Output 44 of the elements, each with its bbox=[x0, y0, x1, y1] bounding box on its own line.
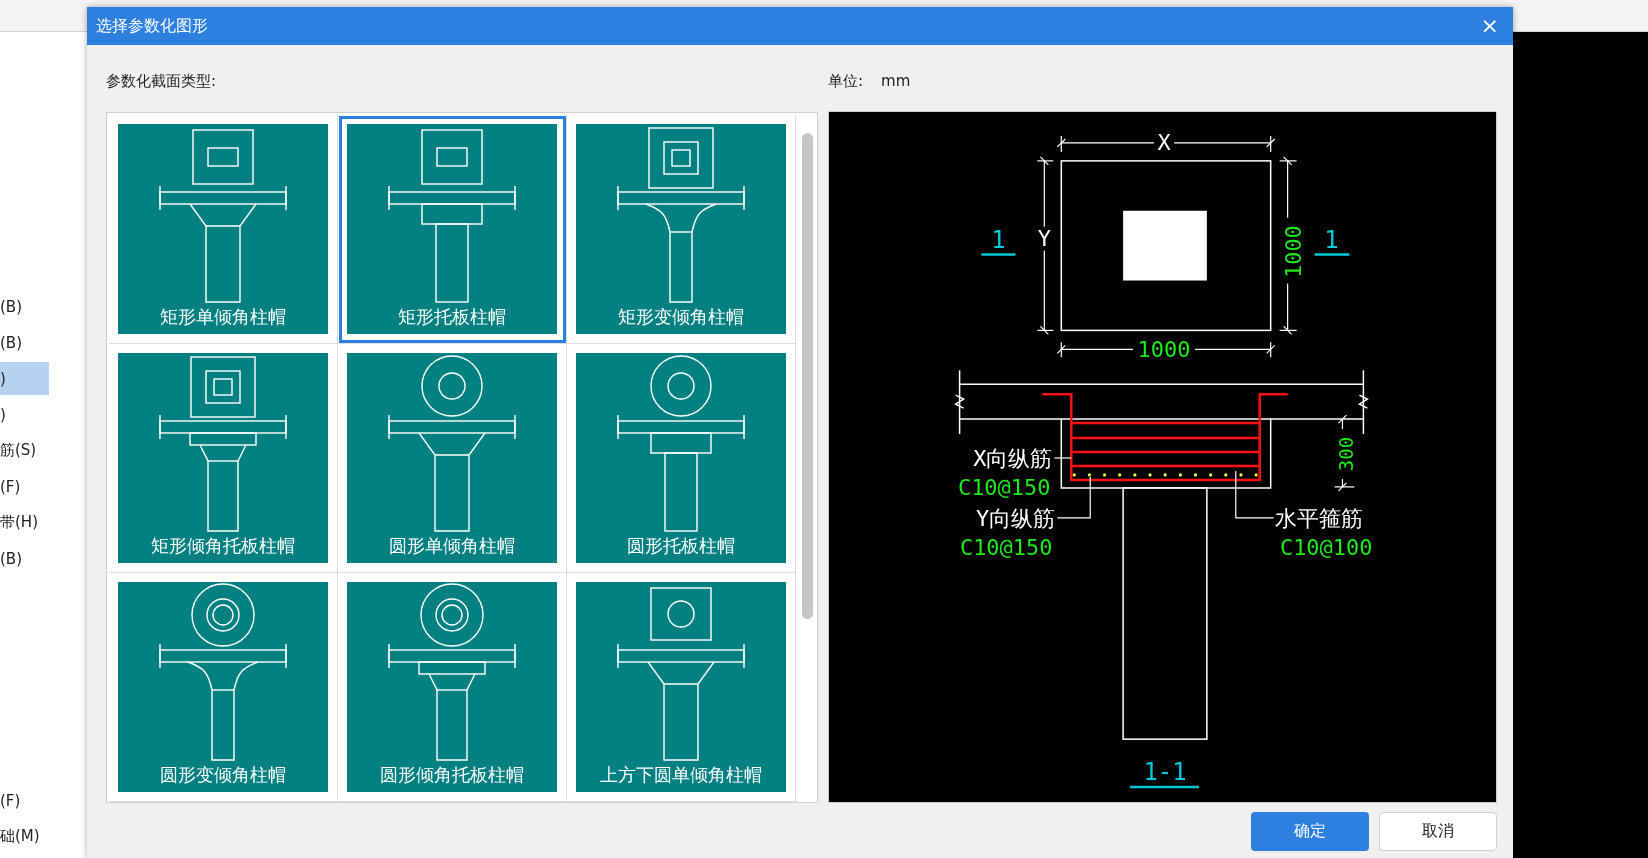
close-button[interactable]: × bbox=[1476, 15, 1503, 37]
dimension-value: 300 bbox=[1334, 436, 1357, 472]
tree-item[interactable]: (F) bbox=[0, 784, 49, 817]
leader-line bbox=[1053, 457, 1072, 459]
scrollbar-thumb[interactable] bbox=[802, 133, 813, 619]
shape-option[interactable]: 矩形倾角托板柱帽 bbox=[109, 344, 338, 573]
shape-option[interactable]: 圆形变倾角柱帽 bbox=[109, 573, 338, 802]
dimension-value: 1000 bbox=[1137, 337, 1191, 363]
shape-option[interactable]: 矩形单倾角柱帽 bbox=[109, 115, 338, 344]
cancel-button[interactable]: 取消 bbox=[1379, 812, 1497, 851]
shape-option[interactable]: 上方下圆单倾角柱帽 bbox=[567, 573, 796, 802]
dimension-value: 1000 bbox=[1280, 225, 1306, 278]
rebar-label: Y向纵筋 bbox=[976, 505, 1056, 531]
shape-option[interactable]: 矩形托板柱帽 bbox=[338, 115, 567, 344]
rebar-label: X向纵筋 bbox=[973, 445, 1053, 471]
unit-label: 单位: bbox=[828, 71, 864, 91]
section-mark: 1 bbox=[1324, 225, 1339, 254]
tree-item[interactable]: (F) bbox=[0, 470, 49, 503]
shape-option[interactable]: 圆形单倾角柱帽 bbox=[338, 344, 567, 573]
ok-button[interactable]: 确定 bbox=[1251, 812, 1369, 851]
dimension-label: Y bbox=[1037, 225, 1051, 251]
tree-item[interactable]: (B) bbox=[0, 290, 49, 323]
leader-line bbox=[1235, 470, 1275, 519]
shape-option[interactable]: 圆形倾角托板柱帽 bbox=[338, 573, 567, 802]
rebar-spec: C10@150 bbox=[957, 474, 1051, 500]
tree-item[interactable]: 筋(S) bbox=[0, 434, 49, 467]
shape-option[interactable]: 矩形变倾角柱帽 bbox=[567, 115, 796, 344]
tree-item[interactable]: (B) bbox=[0, 326, 49, 359]
tree-item[interactable]: (B) bbox=[0, 542, 49, 575]
section-mark: 1 bbox=[991, 225, 1006, 254]
section-title: 1-1 bbox=[1143, 758, 1187, 787]
tree-item[interactable]: ) bbox=[0, 362, 49, 395]
tree-item[interactable]: 础(M) bbox=[0, 820, 49, 853]
dialog-title: 选择参数化图形 bbox=[96, 15, 208, 37]
section-label: 参数化截面类型: bbox=[106, 71, 217, 91]
dimension-label: X bbox=[1157, 129, 1171, 155]
unit-value: mm bbox=[881, 72, 911, 90]
tree-item[interactable]: 带(H) bbox=[0, 506, 49, 539]
leader-line bbox=[1056, 476, 1091, 519]
tree-item[interactable]: ) bbox=[0, 398, 49, 431]
shape-option[interactable]: 圆形托板柱帽 bbox=[567, 344, 796, 573]
rebar-spec: C10@100 bbox=[1280, 534, 1373, 560]
rebar-label: 水平箍筋 bbox=[1274, 505, 1363, 531]
rebar-spec: C10@150 bbox=[959, 534, 1053, 560]
